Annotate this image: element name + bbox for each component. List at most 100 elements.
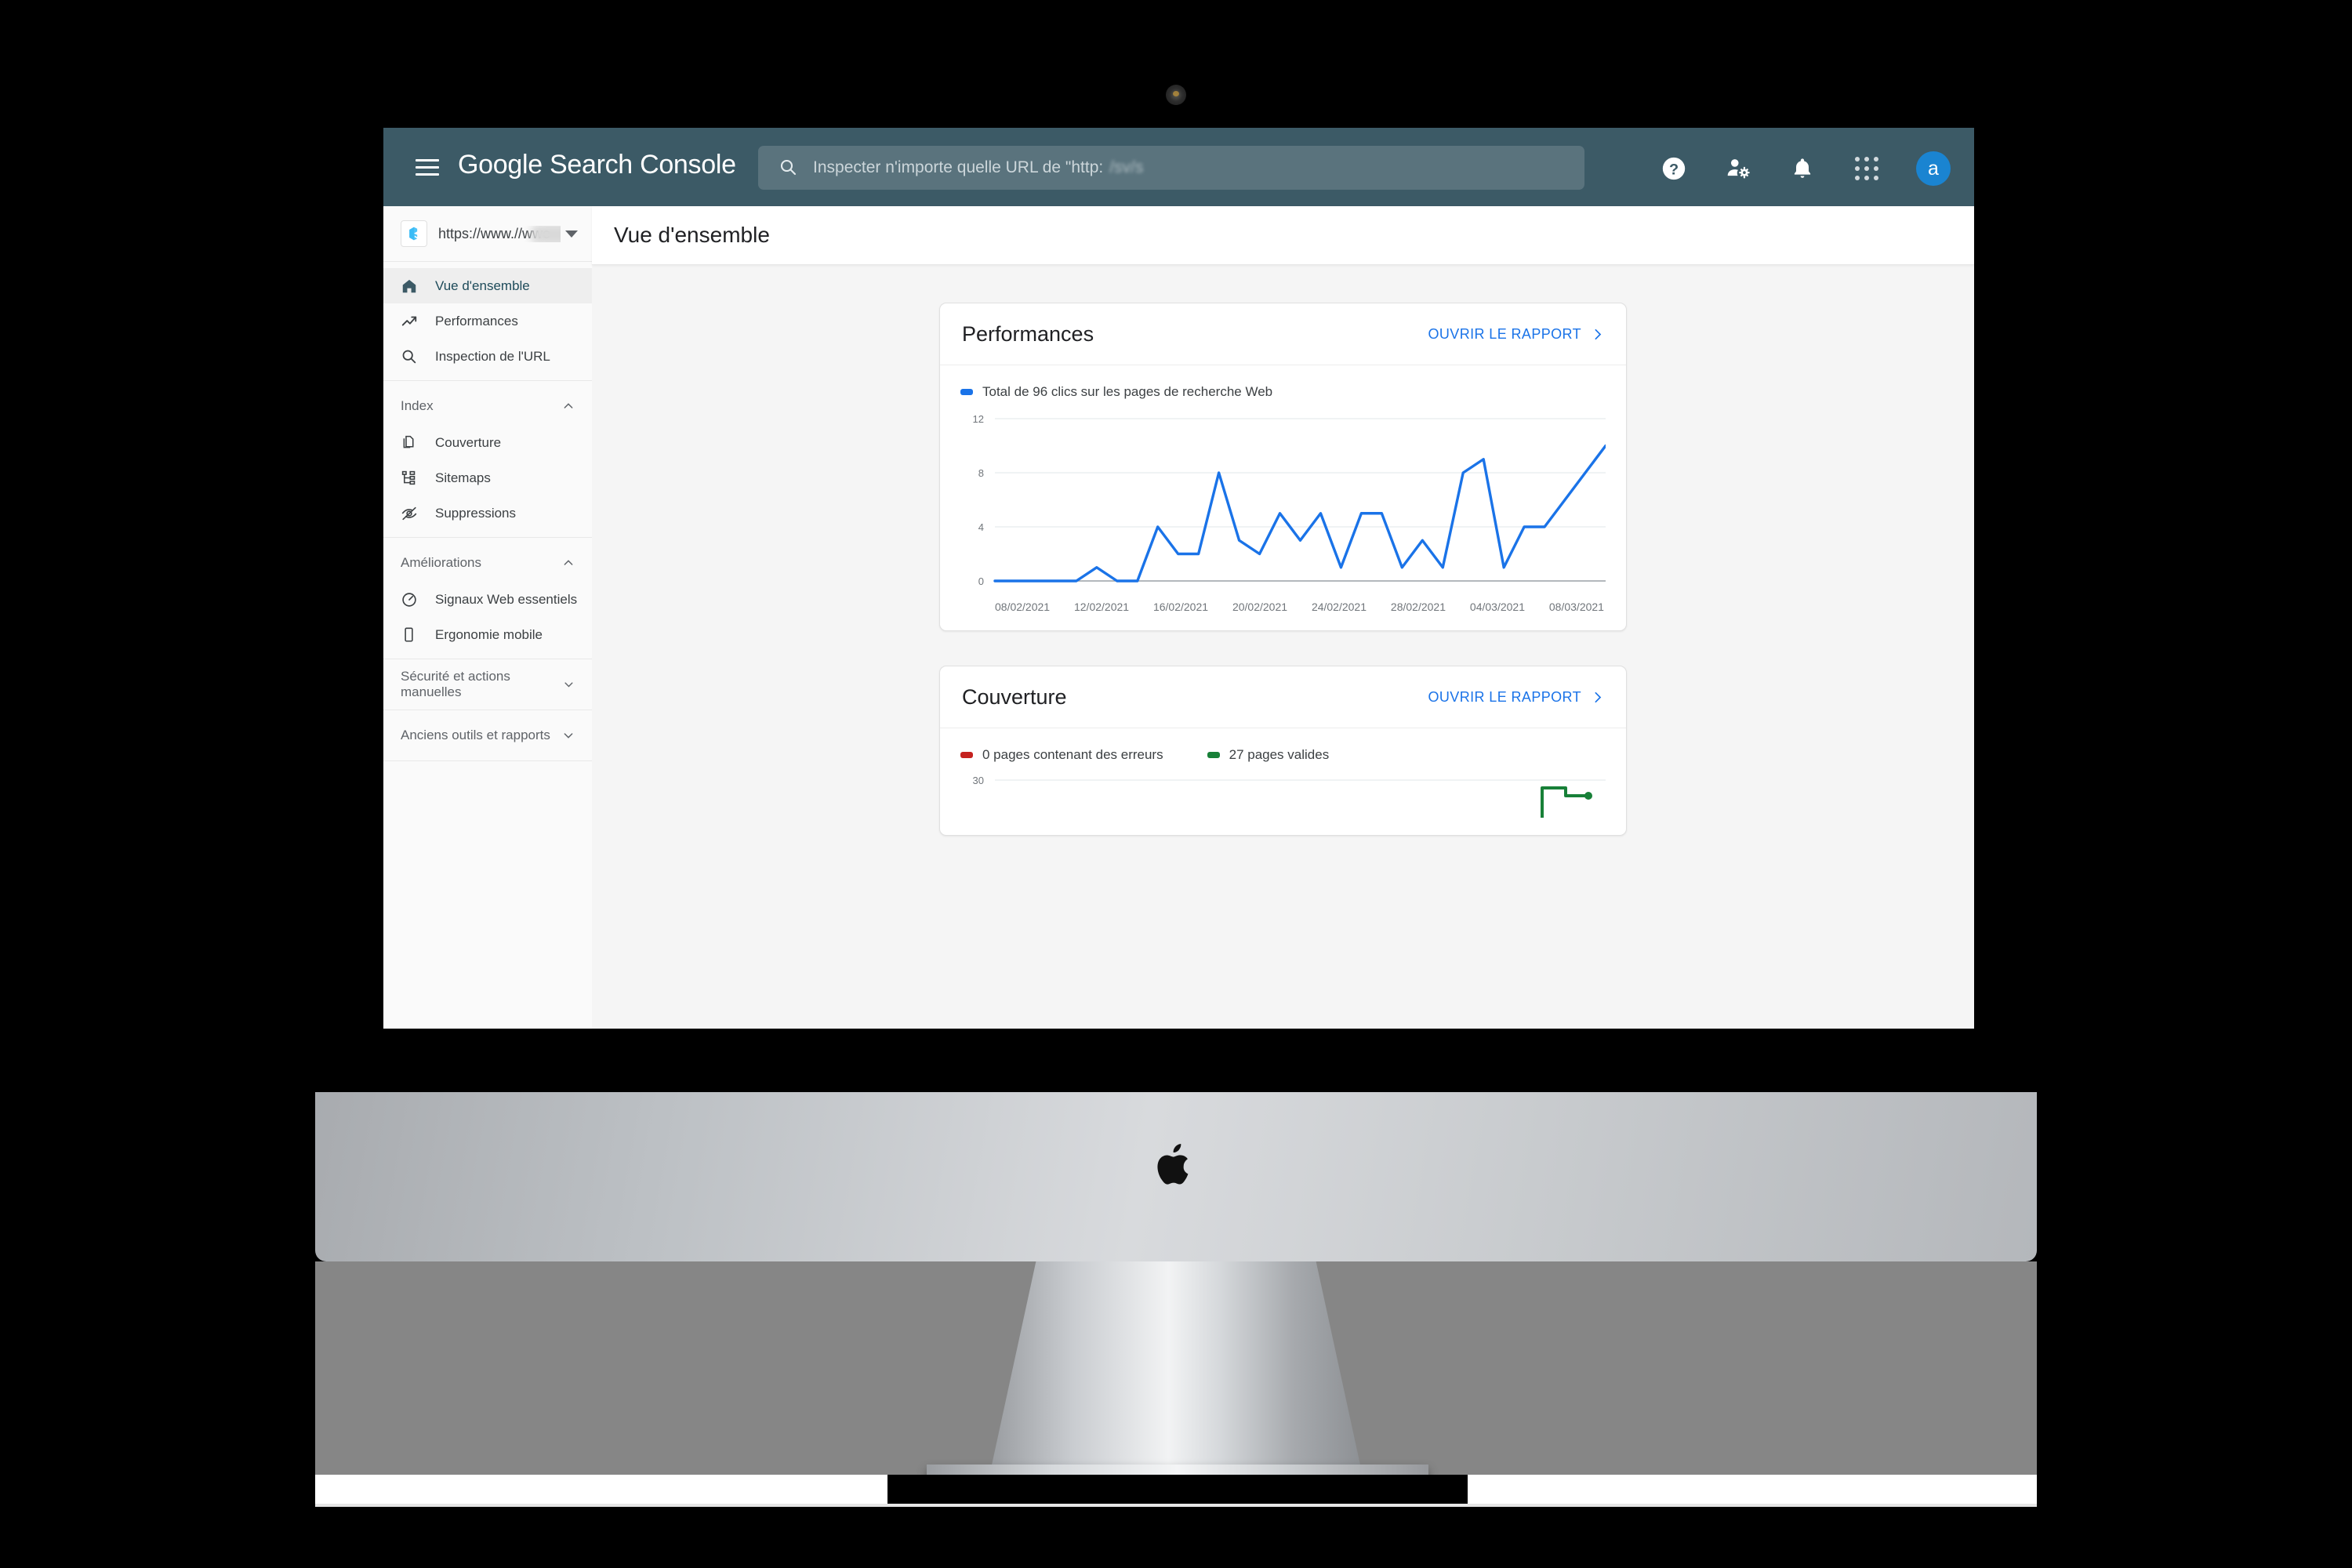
legend-swatch — [1207, 752, 1220, 758]
coverage-chart-svg: 30 — [973, 775, 1606, 818]
sidebar-item-url-inspection[interactable]: Inspection de l'URL — [383, 339, 592, 374]
search-placeholder-text: Inspecter n'importe quelle URL de "http:… — [813, 158, 1143, 178]
performance-card-body: Total de 96 clics sur les pages de reche… — [940, 365, 1626, 630]
svg-text:12: 12 — [973, 413, 984, 425]
svg-text:4: 4 — [978, 521, 984, 533]
property-logo-icon — [401, 220, 427, 247]
svg-text:8: 8 — [978, 467, 984, 479]
x-tick-label: 08/03/2021 — [1548, 601, 1604, 613]
chevron-down-icon[interactable] — [565, 230, 578, 238]
copy-pages-icon — [401, 434, 421, 451]
screenshot-stage: Google Search Console Inspecter n'import… — [0, 0, 2352, 1568]
sidebar-item-label: Vue d'ensemble — [435, 278, 530, 293]
sidebar-item-label: Signaux Web essentiels — [435, 591, 578, 607]
sidebar-group-label: Index — [401, 398, 434, 413]
property-url-redaction — [531, 225, 561, 242]
performance-card-title: Performances — [962, 321, 1094, 346]
coverage-open-report-link[interactable]: OUVRIR LE RAPPORT — [1428, 689, 1604, 706]
x-tick-label: 16/02/2021 — [1152, 601, 1209, 613]
coverage-legend: 0 pages contenant des erreurs 27 pages v… — [960, 747, 1606, 763]
chevron-up-icon[interactable] — [562, 557, 575, 569]
sidebar-item-label: Suppressions — [435, 505, 517, 521]
url-inspection-search-input[interactable]: Inspecter n'importe quelle URL de "http:… — [758, 146, 1584, 190]
cards-column: Performances OUVRIR LE RAPPORT Total de … — [592, 265, 1974, 836]
chevron-down-icon[interactable] — [563, 678, 575, 691]
sidebar: https://www.//wwe Vue d'ensemble Perform… — [383, 206, 593, 1029]
apple-logo-icon — [1157, 1144, 1189, 1185]
performance-card: Performances OUVRIR LE RAPPORT Total de … — [939, 303, 1627, 631]
sidebar-item-label: Inspection de l'URL — [435, 348, 550, 364]
brand-product-text: Search Console — [542, 150, 736, 180]
svg-text:0: 0 — [978, 575, 984, 587]
performance-open-report-link[interactable]: OUVRIR LE RAPPORT — [1428, 326, 1604, 343]
sidebar-group-enhancements: Améliorations Signaux Web essentiels Erg… — [383, 538, 592, 659]
user-settings-icon[interactable] — [1723, 154, 1753, 183]
x-tick-label: 24/02/2021 — [1311, 601, 1367, 613]
sidebar-group-index: Index Couverture Sitemaps Suppressions — [383, 381, 592, 538]
sidebar-item-legacy-tools[interactable]: Anciens outils et rapports — [383, 710, 592, 761]
bell-icon[interactable] — [1788, 154, 1817, 183]
app-brand-title: Google Search Console — [458, 150, 736, 180]
imac-webcam-icon — [1166, 85, 1186, 105]
x-tick-label: 28/02/2021 — [1390, 601, 1446, 613]
desk-shadow — [887, 1475, 1468, 1504]
sidebar-item-label: Ergonomie mobile — [435, 626, 543, 642]
coverage-card-body: 0 pages contenant des erreurs 27 pages v… — [940, 728, 1626, 835]
speedometer-icon — [401, 591, 421, 608]
chevron-down-icon[interactable] — [562, 729, 575, 742]
imac-screen: Google Search Console Inspecter n'import… — [383, 128, 1974, 1029]
sidebar-group-header-index[interactable]: Index — [383, 387, 592, 425]
coverage-card-header: Couverture OUVRIR LE RAPPORT — [940, 666, 1626, 728]
page-header: Vue d'ensemble — [592, 206, 1974, 265]
coverage-open-report-label: OUVRIR LE RAPPORT — [1428, 688, 1581, 705]
chevron-right-icon — [1595, 328, 1602, 339]
performance-chart: 12 8 4 0 — [960, 408, 1606, 596]
svg-text:30: 30 — [973, 775, 984, 786]
search-icon — [780, 159, 797, 176]
x-tick-label: 20/02/2021 — [1232, 601, 1288, 613]
sidebar-item-core-web-vitals[interactable]: Signaux Web essentiels — [383, 582, 592, 617]
performance-open-report-label: OUVRIR LE RAPPORT — [1428, 325, 1581, 342]
legend-swatch — [960, 752, 973, 758]
hamburger-menu-icon[interactable] — [416, 159, 439, 176]
chevron-up-icon[interactable] — [562, 400, 575, 412]
performance-legend: Total de 96 clics sur les pages de reche… — [960, 384, 1606, 400]
sidebar-group-header-enhancements[interactable]: Améliorations — [383, 544, 592, 582]
desk-edge-highlight — [315, 1504, 2037, 1507]
mobile-icon — [401, 626, 421, 643]
legend-swatch — [960, 389, 973, 395]
sidebar-item-security-manual-actions[interactable]: Sécurité et actions manuelles — [383, 659, 592, 710]
x-tick-label: 12/02/2021 — [1073, 601, 1130, 613]
sidebar-item-overview[interactable]: Vue d'ensemble — [383, 268, 592, 303]
svg-text:?: ? — [1669, 162, 1679, 179]
coverage-card: Couverture OUVRIR LE RAPPORT 0 pages con… — [939, 666, 1627, 836]
sidebar-item-removals[interactable]: Suppressions — [383, 495, 592, 531]
brand-google-text: Google — [458, 150, 543, 180]
sidebar-primary-group: Vue d'ensemble Performances Inspection d… — [383, 262, 592, 381]
coverage-card-title: Couverture — [962, 684, 1067, 709]
search-placeholder-visible: Inspecter n'importe quelle URL de "http: — [813, 158, 1104, 176]
sidebar-item-coverage[interactable]: Couverture — [383, 425, 592, 460]
avatar[interactable]: a — [1916, 151, 1951, 186]
property-selector[interactable]: https://www.//wwe — [383, 206, 592, 262]
search-icon — [401, 348, 421, 365]
main-content: Vue d'ensemble Performances OUVRIR LE RA… — [592, 206, 1974, 1029]
sidebar-item-mobile-usability[interactable]: Ergonomie mobile — [383, 617, 592, 652]
imac-chassis-back — [315, 1092, 2037, 1263]
home-icon — [401, 278, 421, 295]
header-actions: ? a — [1659, 147, 1951, 191]
legend-item-clicks: Total de 96 clics sur les pages de reche… — [960, 384, 1272, 400]
help-circle-icon[interactable]: ? — [1659, 154, 1689, 183]
app-header-bar: Google Search Console Inspecter n'import… — [383, 128, 1974, 206]
performance-card-header: Performances OUVRIR LE RAPPORT — [940, 303, 1626, 365]
search-placeholder-blurred: /sv/s — [1109, 158, 1144, 176]
sidebar-item-sitemaps[interactable]: Sitemaps — [383, 460, 592, 495]
x-tick-label: 04/03/2021 — [1469, 601, 1525, 613]
legend-label: 27 pages valides — [1229, 747, 1330, 762]
legend-label: Total de 96 clics sur les pages de reche… — [982, 384, 1273, 399]
performance-chart-xaxis: 08/02/2021 12/02/2021 16/02/2021 20/02/2… — [960, 596, 1606, 613]
sidebar-item-performance[interactable]: Performances — [383, 303, 592, 339]
apps-grid-icon[interactable] — [1852, 154, 1882, 183]
sidebar-item-label: Performances — [435, 313, 518, 328]
imac-stand-neck — [992, 1261, 1360, 1483]
